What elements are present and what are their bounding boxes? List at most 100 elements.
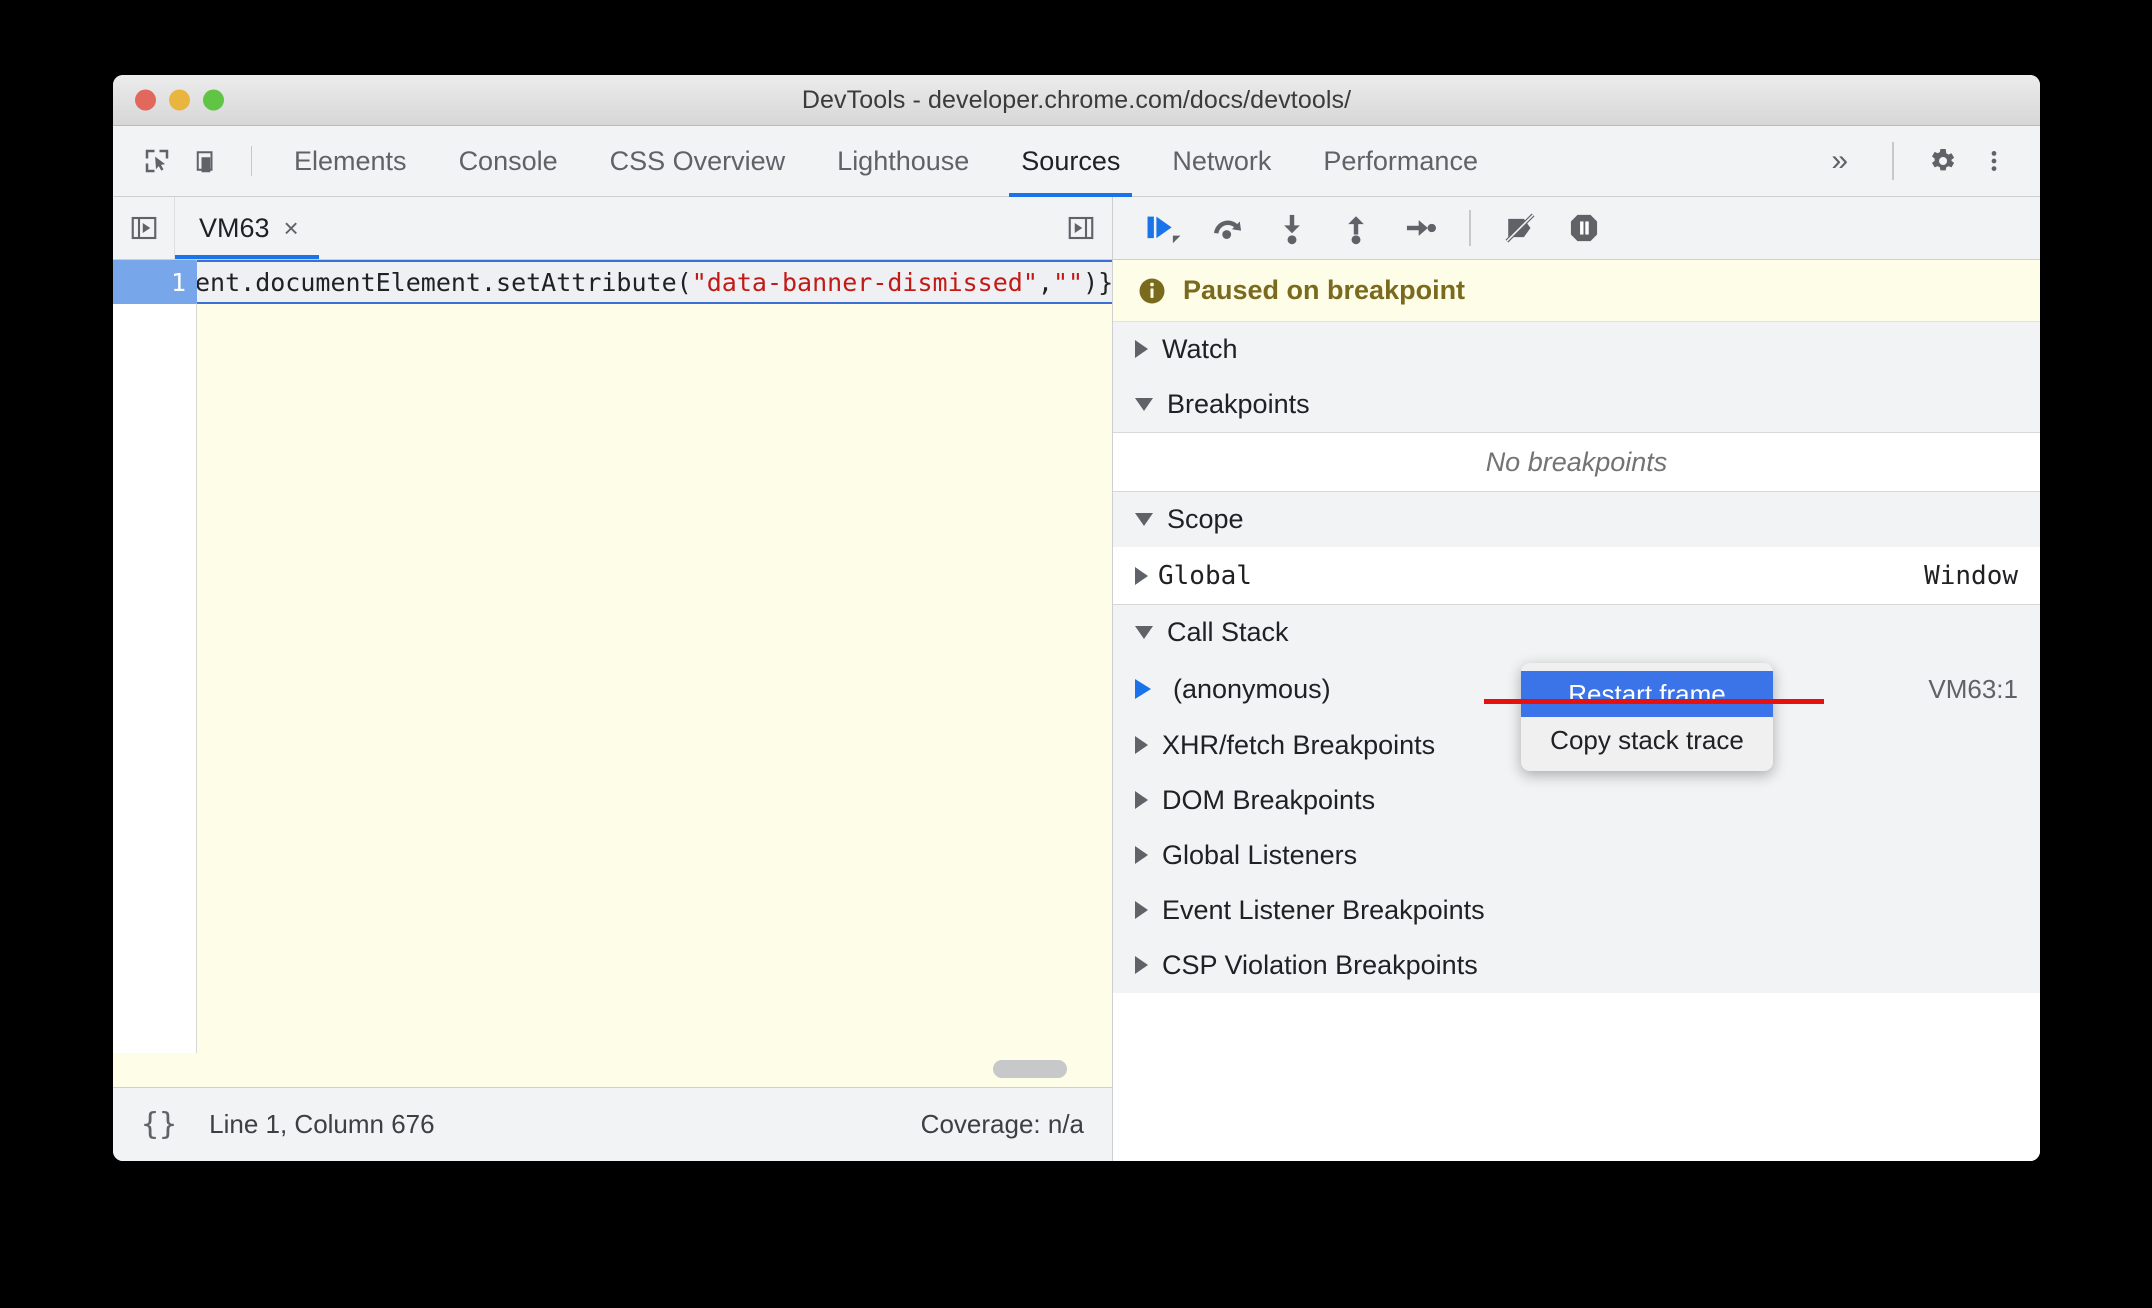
panel-tabs: Elements Console CSS Overview Lighthouse… xyxy=(268,126,1504,197)
resume-script-execution-icon[interactable] xyxy=(1135,203,1193,253)
tab-network[interactable]: Network xyxy=(1146,126,1297,197)
tab-elements[interactable]: Elements xyxy=(268,126,433,197)
zoom-button[interactable] xyxy=(203,89,224,111)
call-stack-context-menu: Restart frame Copy stack trace xyxy=(1521,663,1773,771)
tab-css-overview[interactable]: CSS Overview xyxy=(584,126,812,197)
devtools-toolbar: Elements Console CSS Overview Lighthouse… xyxy=(113,126,2040,197)
paused-on-breakpoint-banner: Paused on breakpoint xyxy=(1113,260,2040,322)
call-stack-frame-name: (anonymous) xyxy=(1173,673,1331,704)
code-prefix: ent.documentElement.setAttribute( xyxy=(197,267,692,297)
chevron-right-icon xyxy=(1135,846,1148,864)
step-over-next-function-call-icon[interactable] xyxy=(1199,203,1257,253)
sidebar-section-call-stack-label: Call Stack xyxy=(1167,616,1289,647)
close-icon[interactable]: × xyxy=(284,215,299,241)
annotation-strikethrough xyxy=(1484,699,1824,704)
coverage-status: Coverage: n/a xyxy=(920,1109,1084,1139)
sidebar-section-watch[interactable]: Watch xyxy=(1113,322,2040,377)
show-navigator-icon[interactable] xyxy=(113,197,175,259)
window-titlebar: DevTools - developer.chrome.com/docs/dev… xyxy=(113,75,2040,126)
code-column[interactable]: ent.documentElement.setAttribute("data-b… xyxy=(197,260,1112,1053)
no-breakpoints-message: No breakpoints xyxy=(1113,432,2040,492)
chevron-right-icon xyxy=(1135,956,1148,974)
sidebar-section-breakpoints-label: Breakpoints xyxy=(1167,388,1310,419)
device-toolbar-icon[interactable] xyxy=(183,135,235,187)
file-tab-bar: VM63 × xyxy=(113,197,1112,260)
line-number: 1 xyxy=(113,260,210,304)
chevron-down-icon xyxy=(1135,625,1153,639)
code-string-attr: "data-banner-dismissed" xyxy=(691,267,1038,297)
scope-value: Window xyxy=(1924,560,2018,591)
context-menu-item-copy-stack-trace[interactable]: Copy stack trace xyxy=(1521,717,1773,763)
debugger-toolbar xyxy=(1113,197,2040,260)
file-tab-label: VM63 xyxy=(199,212,270,243)
sidebar-section-call-stack[interactable]: Call Stack xyxy=(1113,605,2040,660)
editor-rows: 1 ent.documentElement.setAttribute("data… xyxy=(113,260,1112,1053)
horizontal-scroll-area xyxy=(113,1053,1112,1087)
devtools-window: DevTools - developer.chrome.com/docs/dev… xyxy=(113,75,2040,1161)
sidebar-section-csp-violation-breakpoints-label: CSP Violation Breakpoints xyxy=(1162,949,1478,980)
scope-name: Global xyxy=(1158,560,1252,591)
show-debugger-icon[interactable] xyxy=(1050,197,1112,259)
chevron-right-icon xyxy=(1135,901,1148,919)
sidebar-section-scope-label: Scope xyxy=(1167,503,1244,534)
sidebar-section-breakpoints[interactable]: Breakpoints xyxy=(1113,377,2040,432)
pause-on-exceptions-icon[interactable] xyxy=(1555,203,1613,253)
context-menu-item-restart-frame[interactable]: Restart frame xyxy=(1521,671,1773,717)
editor-pane: VM63 × 1 ent.documentElement.setAttribut… xyxy=(113,197,1113,1161)
close-button[interactable] xyxy=(135,89,156,111)
more-tabs-chevron-icon[interactable]: » xyxy=(1809,144,1870,178)
gear-icon[interactable] xyxy=(1916,135,1968,187)
file-tab-vm63[interactable]: VM63 × xyxy=(175,197,319,259)
screenshot-root: DevTools - developer.chrome.com/docs/dev… xyxy=(0,0,2152,1308)
window-title: DevTools - developer.chrome.com/docs/dev… xyxy=(801,85,1352,114)
toolbar-divider xyxy=(251,146,252,176)
step-icon[interactable] xyxy=(1391,203,1449,253)
sidebar-section-xhr-fetch-breakpoints-label: XHR/fetch Breakpoints xyxy=(1162,729,1436,760)
step-into-next-function-call-icon[interactable] xyxy=(1263,203,1321,253)
call-stack-frame-location: VM63:1 xyxy=(1928,673,2018,704)
sidebar-section-scope[interactable]: Scope xyxy=(1113,492,2040,547)
code-suffix: )} xyxy=(1083,267,1112,297)
file-tab-spacer xyxy=(319,197,1050,259)
tab-console[interactable]: Console xyxy=(433,126,584,197)
editor-status-bar: {} Line 1, Column 676 Coverage: n/a xyxy=(113,1087,1112,1161)
sidebar-section-global-listeners-label: Global Listeners xyxy=(1162,839,1358,870)
code-line-1[interactable]: ent.documentElement.setAttribute("data-b… xyxy=(197,260,1112,304)
sidebar-section-dom-breakpoints-label: DOM Breakpoints xyxy=(1162,784,1376,815)
sidebar-section-watch-label: Watch xyxy=(1162,333,1238,364)
chevron-down-icon xyxy=(1135,512,1153,526)
chevron-right-icon xyxy=(1135,736,1148,754)
sidebar-section-event-listener-breakpoints-label: Event Listener Breakpoints xyxy=(1162,894,1485,925)
step-out-of-current-function-icon[interactable] xyxy=(1327,203,1385,253)
tab-sources[interactable]: Sources xyxy=(995,126,1146,197)
code-comma: , xyxy=(1037,267,1053,297)
deactivate-breakpoints-icon[interactable] xyxy=(1491,203,1549,253)
tab-lighthouse[interactable]: Lighthouse xyxy=(811,126,995,197)
chevron-down-icon xyxy=(1135,397,1153,411)
scope-row-global[interactable]: Global Window xyxy=(1113,547,2040,605)
toolbar-right-group: » xyxy=(1809,135,2040,187)
sidebar-section-event-listener-breakpoints[interactable]: Event Listener Breakpoints xyxy=(1113,883,2040,938)
code-string-value: "" xyxy=(1052,267,1084,297)
chevron-right-icon xyxy=(1135,340,1148,358)
sidebar-section-csp-violation-breakpoints[interactable]: CSP Violation Breakpoints xyxy=(1113,938,2040,993)
sidebar-section-dom-breakpoints[interactable]: DOM Breakpoints xyxy=(1113,773,2040,828)
kebab-menu-icon[interactable] xyxy=(1968,135,2020,187)
paused-banner-text: Paused on breakpoint xyxy=(1183,275,1466,305)
inspect-element-icon[interactable] xyxy=(131,135,183,187)
minimize-button[interactable] xyxy=(169,89,190,111)
sidebar-section-global-listeners[interactable]: Global Listeners xyxy=(1113,828,2040,883)
chevron-right-icon xyxy=(1135,566,1148,585)
cursor-position: Line 1, Column 676 xyxy=(209,1109,435,1139)
window-controls xyxy=(135,89,224,111)
code-editor[interactable]: 1 ent.documentElement.setAttribute("data… xyxy=(113,260,1112,1087)
horizontal-scrollbar[interactable] xyxy=(993,1060,1067,1078)
info-icon xyxy=(1139,278,1165,303)
line-number-gutter: 1 xyxy=(113,260,210,1053)
pretty-print-icon[interactable]: {} xyxy=(141,1107,177,1142)
debugger-toolbar-divider xyxy=(1469,210,1471,246)
current-frame-arrow-icon xyxy=(1135,679,1151,699)
sidebar-empty-space xyxy=(1113,993,2040,1161)
tab-performance[interactable]: Performance xyxy=(1297,126,1504,197)
chevron-right-icon xyxy=(1135,791,1148,809)
